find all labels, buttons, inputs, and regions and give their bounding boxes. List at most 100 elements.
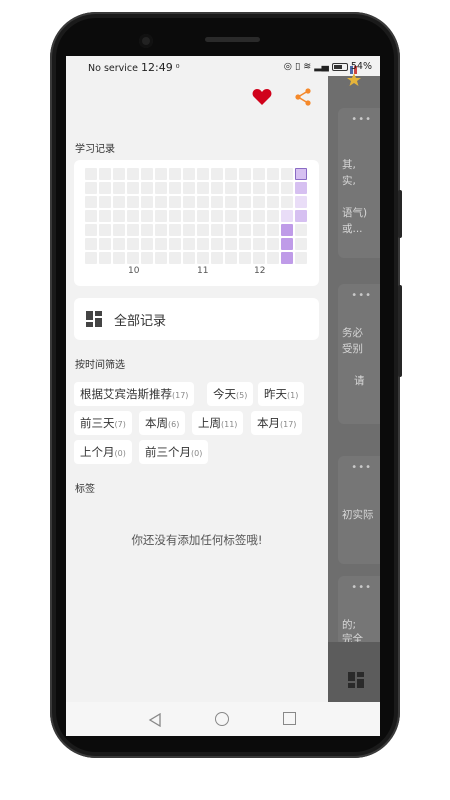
heatmap-cell <box>239 182 251 194</box>
tags-title: 标签 <box>75 484 95 495</box>
heatmap-cell <box>281 238 293 250</box>
heatmap-cell <box>155 210 167 222</box>
filter-chip-count: (17) <box>280 420 297 429</box>
heatmap-cell <box>239 224 251 236</box>
heatmap-cell <box>183 224 195 236</box>
heatmap-cell <box>141 252 153 264</box>
heatmap-cell <box>211 238 223 250</box>
filter-chip-count: (0) <box>191 449 203 458</box>
filter-chip-last-week[interactable]: 上周(11) <box>192 411 244 435</box>
filter-chip-count: (17) <box>172 391 189 400</box>
status-right: ◎ ▯ ≋ ▂▄ 54% <box>284 61 372 72</box>
heatmap-cell <box>197 182 209 194</box>
heatmap-cell <box>183 210 195 222</box>
filter-chip-label: 上个月 <box>80 445 115 459</box>
status-bar: No service 12:49 ⁰ ◎ ▯ ≋ ▂▄ 54% <box>66 56 380 76</box>
heatmap-cell <box>169 168 181 180</box>
heatmap-cell <box>253 238 265 250</box>
heatmap-cell <box>85 196 97 208</box>
heatmap-cell <box>155 252 167 264</box>
recent-apps-icon[interactable] <box>283 712 296 725</box>
background-snippet: 受别 <box>342 343 363 355</box>
background-snippet: 或... <box>342 223 363 235</box>
filter-chip-label: 昨天 <box>264 387 287 401</box>
background-snippet: 初实际 <box>342 509 374 521</box>
heatmap-cell <box>281 168 293 180</box>
heatmap-x-label: 11 <box>197 266 209 276</box>
filter-chip-label: 前三个月 <box>145 445 191 459</box>
filter-chip-count: (0) <box>114 449 126 458</box>
heatmap-cell <box>253 224 265 236</box>
background-snippet: 务必 <box>342 327 363 339</box>
heatmap-cell <box>197 196 209 208</box>
heatmap-cell <box>267 210 279 222</box>
heatmap-cell <box>225 182 237 194</box>
heatmap-x-label: 10 <box>128 266 140 276</box>
heatmap-cell <box>281 210 293 222</box>
filter-chip-this-month[interactable]: 本月(17) <box>251 411 303 435</box>
battery-icon <box>331 62 348 71</box>
heatmap-cell <box>239 238 251 250</box>
more-dots: ••• <box>351 114 372 125</box>
power-button <box>398 285 402 377</box>
background-snippet: 的; <box>342 619 357 631</box>
heatmap-cell <box>183 238 195 250</box>
heatmap-cell <box>211 252 223 264</box>
heatmap-cell <box>85 168 97 180</box>
heatmap-cell <box>155 238 167 250</box>
background-app-overlay[interactable]: ••• 其, 实, 语气) 或... ••• 务必 受别 请 ••• 初实际 •… <box>328 66 380 702</box>
volume-button <box>398 190 402 238</box>
all-records-button[interactable]: 全部记录 <box>74 298 319 340</box>
heatmap-cell <box>85 252 97 264</box>
heatmap-cell <box>211 196 223 208</box>
heatmap-cell <box>267 182 279 194</box>
study-record-title: 学习记录 <box>75 144 115 155</box>
wifi-icon: ≋ <box>303 61 312 72</box>
heatmap-cell <box>141 196 153 208</box>
heatmap-cell <box>169 252 181 264</box>
heatmap-cell <box>113 252 125 264</box>
heatmap-cell <box>225 210 237 222</box>
home-icon[interactable] <box>215 712 229 726</box>
heatmap-cell <box>99 196 111 208</box>
filter-chip-label: 今天 <box>213 387 236 401</box>
heatmap-cell <box>239 196 251 208</box>
heatmap-cell <box>211 168 223 180</box>
study-heatmap: 10 11 12 <box>74 160 319 286</box>
heatmap-cell <box>197 210 209 222</box>
heatmap-cell <box>85 182 97 194</box>
status-left: No service 12:49 ⁰ <box>88 61 180 74</box>
background-snippet: 请 <box>354 375 365 387</box>
heatmap-cell <box>85 210 97 222</box>
heatmap-cell <box>295 252 307 264</box>
filter-chip-last-three-months[interactable]: 前三个月(0) <box>139 440 209 464</box>
heatmap-cell <box>99 224 111 236</box>
heatmap-cell <box>225 196 237 208</box>
share-icon[interactable] <box>294 88 312 106</box>
heatmap-cell <box>113 182 125 194</box>
heatmap-cell <box>155 196 167 208</box>
heatmap-cell <box>281 196 293 208</box>
filter-chip-today[interactable]: 今天(5) <box>207 382 254 406</box>
heatmap-cell <box>295 224 307 236</box>
heatmap-cell <box>113 224 125 236</box>
filter-chip-last-month[interactable]: 上个月(0) <box>74 440 132 464</box>
filter-chip-ebbinghaus[interactable]: 根据艾宾浩斯推荐(17) <box>74 382 195 406</box>
heatmap-cell <box>253 182 265 194</box>
filter-chip-this-week[interactable]: 本周(6) <box>139 411 186 435</box>
favorite-heart-icon[interactable] <box>252 88 272 106</box>
filter-chip-last-three-days[interactable]: 前三天(7) <box>74 411 132 435</box>
heatmap-cell <box>169 196 181 208</box>
heatmap-cell <box>295 238 307 250</box>
heatmap-cell <box>183 196 195 208</box>
filter-title: 按时间筛选 <box>75 360 125 371</box>
heatmap-cell <box>169 182 181 194</box>
heatmap-cell <box>183 168 195 180</box>
heatmap-cell <box>267 238 279 250</box>
heatmap-cell <box>211 182 223 194</box>
more-dots: ••• <box>351 582 372 593</box>
filter-chip-yesterday[interactable]: 昨天(1) <box>258 382 305 406</box>
heatmap-cell <box>197 224 209 236</box>
back-icon[interactable] <box>148 712 162 728</box>
more-dots: ••• <box>351 462 372 473</box>
